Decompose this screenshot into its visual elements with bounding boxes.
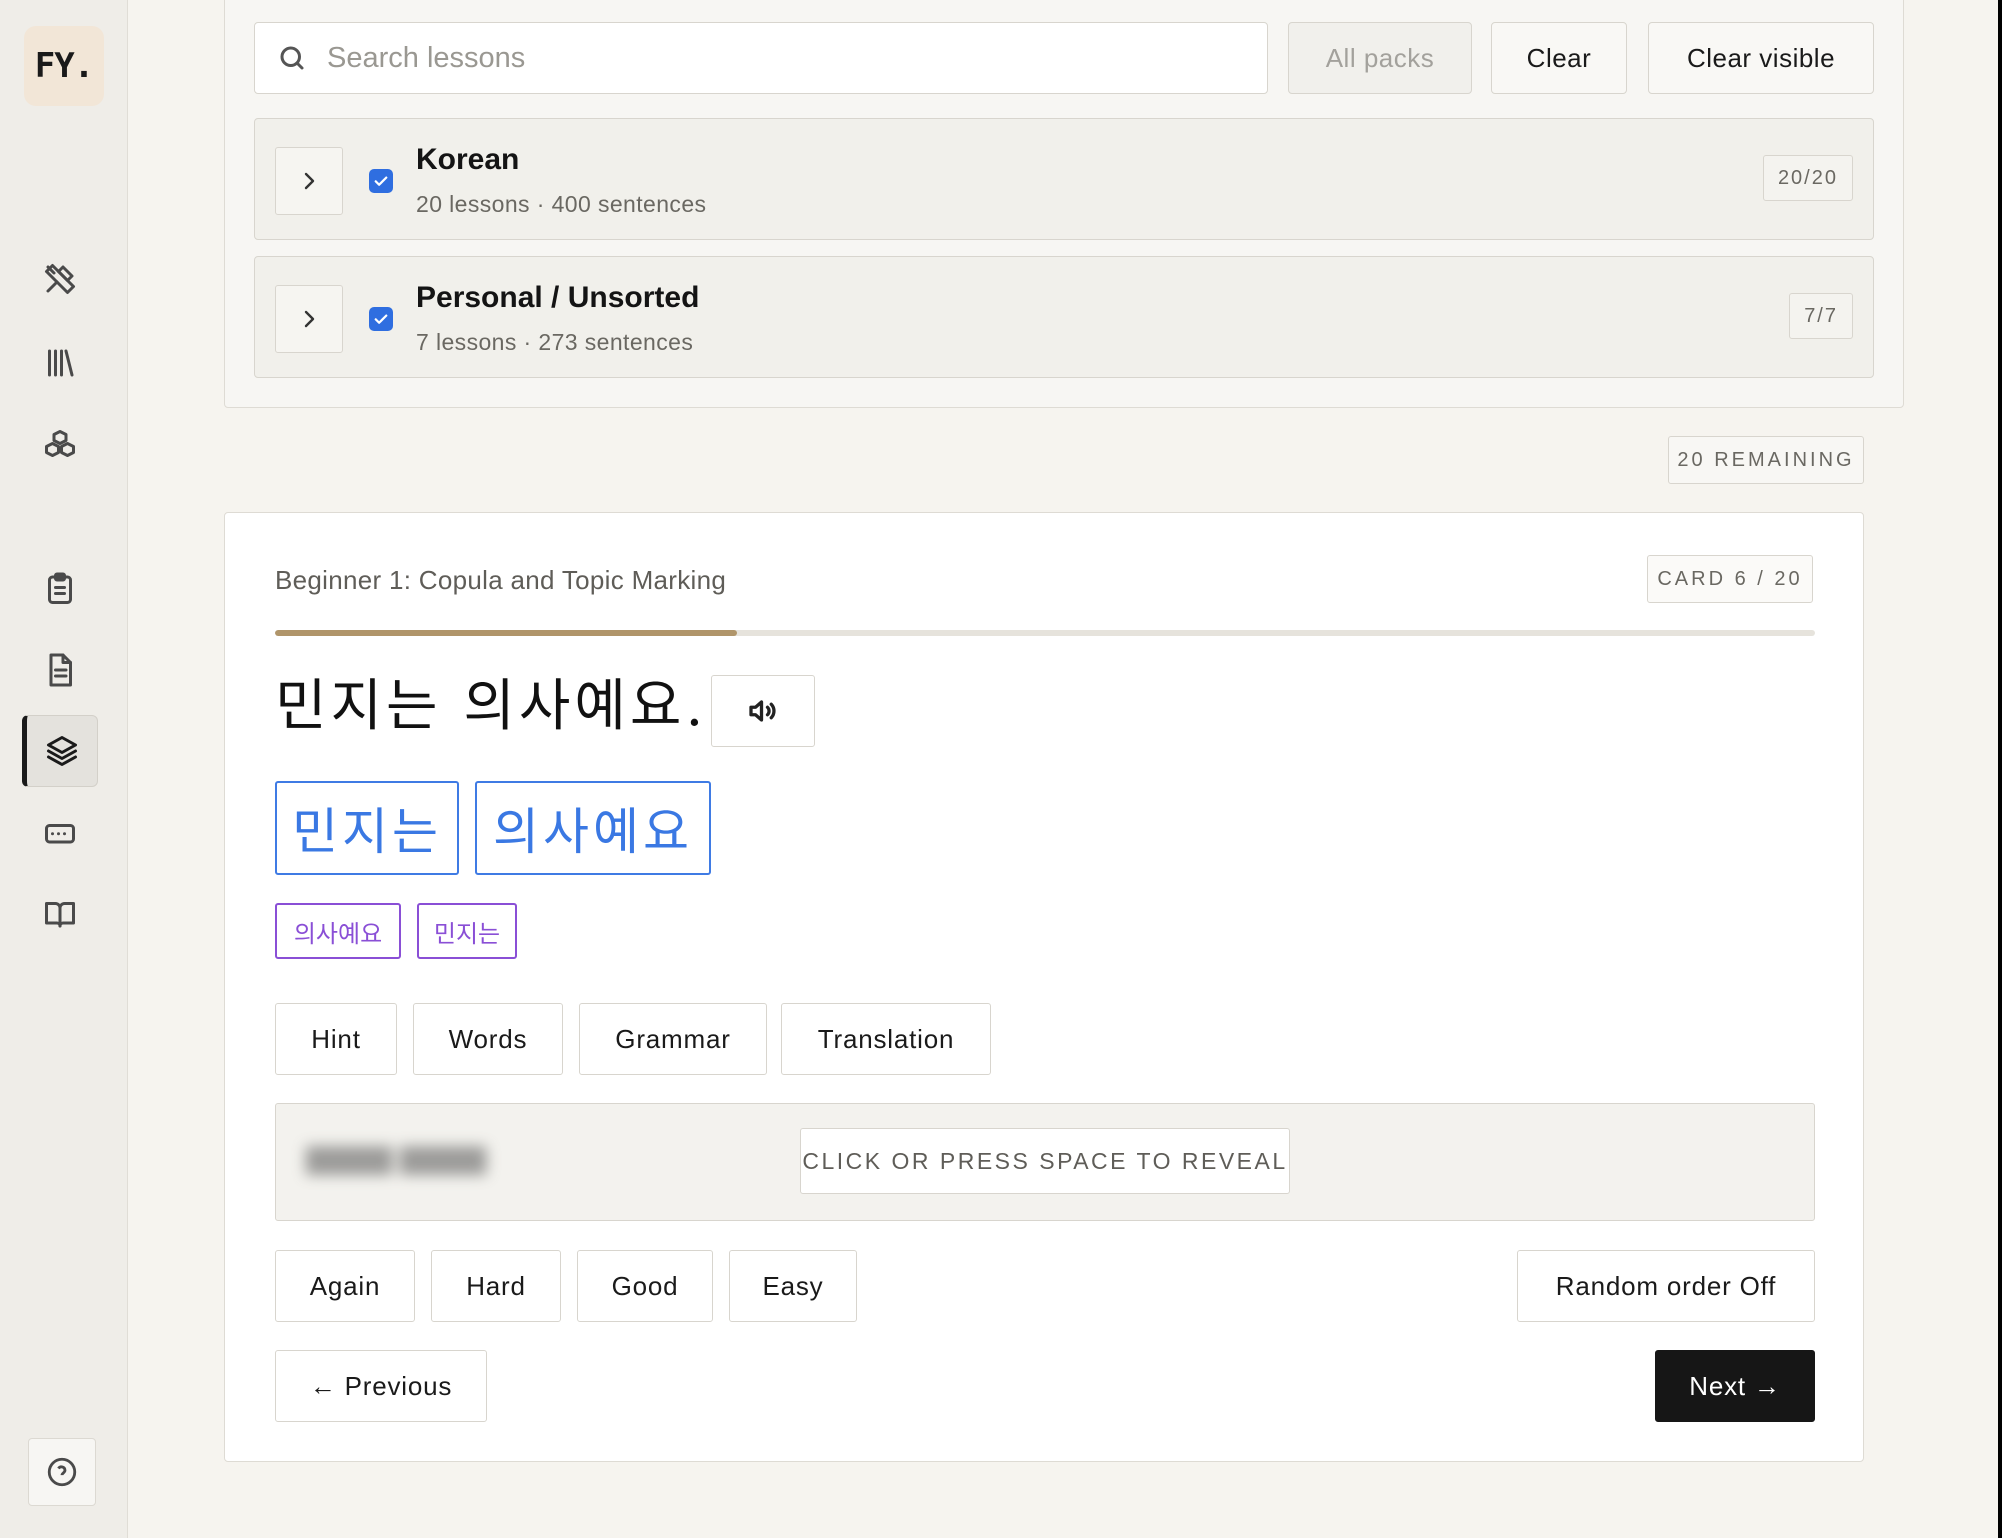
help-button[interactable]	[28, 1438, 96, 1506]
chevron-right-icon	[304, 172, 315, 190]
pack-row[interactable]: Korean 20 lessons · 400 sentences 20/20	[254, 118, 1874, 240]
progress-fill	[275, 630, 737, 636]
app-logo[interactable]: FY.	[24, 26, 104, 106]
search-box[interactable]	[254, 22, 1268, 94]
pack-row[interactable]: Personal / Unsorted 7 lessons · 273 sent…	[254, 256, 1874, 378]
sentence-token[interactable]: 민지는	[275, 781, 459, 875]
expand-button[interactable]	[275, 147, 343, 215]
play-audio-button[interactable]	[711, 675, 815, 747]
pack-title: Personal / Unsorted	[416, 281, 700, 314]
random-order-toggle[interactable]: Random order Off	[1517, 1250, 1815, 1322]
help-circle-icon	[47, 1457, 77, 1487]
word-chip[interactable]: 의사예요	[275, 903, 401, 959]
search-input[interactable]	[327, 41, 1227, 75]
hard-button[interactable]: Hard	[431, 1250, 561, 1322]
lesson-title: Beginner 1: Copula and Topic Marking	[275, 565, 727, 595]
card-counter-badge: CARD 6 / 20	[1647, 555, 1813, 603]
good-button[interactable]: Good	[577, 1250, 713, 1322]
pack-count-badge: 20/20	[1762, 155, 1853, 201]
pack-checkbox[interactable]	[369, 169, 393, 193]
word-chip[interactable]: 민지는	[417, 903, 517, 959]
library-icon[interactable]	[22, 327, 98, 399]
check-icon	[374, 176, 388, 186]
progress-bar	[275, 630, 1815, 636]
boxes-icon[interactable]	[22, 409, 98, 481]
reveal-button[interactable]: CLICK OR PRESS SPACE TO REVEAL	[800, 1128, 1290, 1194]
clear-visible-button[interactable]: Clear visible	[1648, 22, 1874, 94]
pack-title: Korean	[416, 143, 520, 176]
clipboard-icon[interactable]	[22, 553, 98, 625]
chevron-right-icon	[304, 310, 315, 328]
translation-button[interactable]: Translation	[781, 1003, 991, 1075]
previous-button[interactable]: ← Previous	[275, 1350, 487, 1422]
search-icon	[280, 46, 304, 70]
pack-subtitle: 7 lessons · 273 sentences	[416, 329, 694, 355]
window-edge	[1998, 0, 2002, 1538]
clear-button[interactable]: Clear	[1491, 22, 1627, 94]
keyboard-icon[interactable]	[22, 797, 98, 869]
pack-subtitle: 20 lessons · 400 sentences	[416, 191, 707, 217]
sidebar: FY.	[0, 0, 128, 1538]
expand-button[interactable]	[275, 285, 343, 353]
answer-reveal-area[interactable]: ▇▇▇▇ ▇▇▇▇ CLICK OR PRESS SPACE TO REVEAL	[275, 1103, 1815, 1221]
sentence-token[interactable]: 의사예요	[475, 781, 711, 875]
pack-checkbox[interactable]	[369, 307, 393, 331]
again-button[interactable]: Again	[275, 1250, 415, 1322]
hidden-answer: ▇▇▇▇ ▇▇▇▇	[306, 1143, 487, 1174]
check-icon	[374, 314, 388, 324]
document-icon[interactable]	[22, 634, 98, 706]
all-packs-button[interactable]: All packs	[1288, 22, 1472, 94]
speaker-icon	[749, 700, 776, 722]
pack-count-badge: 7/7	[1789, 293, 1853, 339]
next-button[interactable]: Next →	[1655, 1350, 1815, 1422]
words-button[interactable]: Words	[413, 1003, 563, 1075]
book-open-icon[interactable]	[22, 878, 98, 950]
hint-button[interactable]: Hint	[275, 1003, 397, 1075]
flashcard: Beginner 1: Copula and Topic Marking CAR…	[224, 512, 1864, 1462]
remaining-badge: 20 REMAINING	[1668, 436, 1864, 484]
sentence-text: 민지는 의사예요.	[275, 674, 708, 739]
grammar-button[interactable]: Grammar	[579, 1003, 767, 1075]
layers-icon[interactable]	[22, 715, 98, 787]
easy-button[interactable]: Easy	[729, 1250, 857, 1322]
tools-icon[interactable]	[22, 243, 98, 315]
